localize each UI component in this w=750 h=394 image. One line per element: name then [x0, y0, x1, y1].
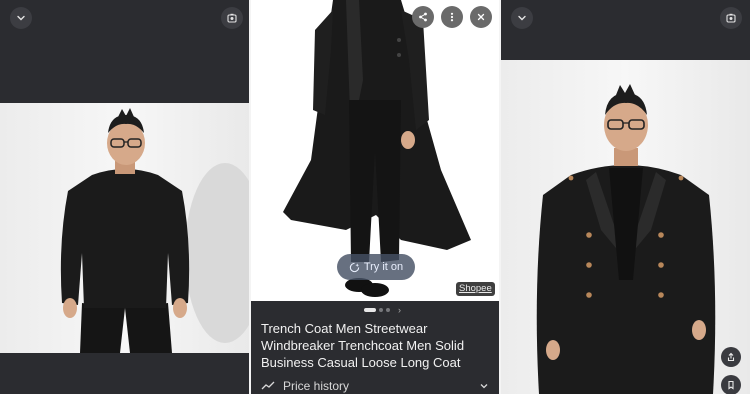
camera-lens-icon	[726, 13, 736, 23]
lens-button[interactable]	[221, 7, 243, 29]
share-icon	[727, 352, 735, 362]
try-it-on-label: Try it on	[363, 261, 404, 273]
close-button[interactable]	[470, 6, 492, 28]
left-model-photo[interactable]	[0, 103, 249, 353]
right-model-photo[interactable]	[501, 60, 750, 394]
chevron-down-icon	[518, 15, 526, 21]
source-link-shopee[interactable]: Shopee	[456, 282, 495, 296]
share-button[interactable]	[412, 6, 434, 28]
right-image-panel	[501, 0, 750, 394]
product-panel: Try it on Shopee › Trench Coat Men Stree…	[251, 0, 499, 394]
collapse-button[interactable]	[511, 7, 533, 29]
trending-icon	[261, 381, 275, 390]
bookmark-icon	[728, 380, 734, 390]
chevron-down-icon	[480, 384, 488, 389]
product-title[interactable]: Trench Coat Men Streetwear Windbreaker T…	[261, 320, 493, 371]
collapse-button[interactable]	[10, 7, 32, 29]
try-it-on-button[interactable]: Try it on	[337, 254, 415, 280]
man-trench-coat-image	[536, 84, 716, 394]
camera-lens-icon	[227, 13, 237, 23]
carousel-dot-active	[364, 308, 376, 312]
man-black-sweater-image	[60, 108, 249, 353]
bookmark-button[interactable]	[721, 375, 741, 394]
try-on-sparkle-icon	[349, 262, 360, 272]
share-button[interactable]	[721, 347, 741, 367]
share-icon	[419, 12, 427, 22]
carousel-dot	[379, 308, 383, 312]
product-info-card: › Trench Coat Men Streetwear Windbreaker…	[251, 301, 499, 394]
chevron-down-icon	[17, 15, 25, 21]
carousel-indicator[interactable]: ›	[364, 306, 401, 315]
carousel-dot	[386, 308, 390, 312]
more-options-button[interactable]	[441, 6, 463, 28]
price-history-label: Price history	[283, 379, 350, 393]
left-image-panel	[0, 0, 249, 394]
lens-button[interactable]	[720, 7, 742, 29]
chevron-right-icon[interactable]: ›	[398, 306, 401, 315]
price-history-row[interactable]: Price history	[261, 379, 489, 393]
more-vert-icon	[450, 12, 454, 22]
close-icon	[477, 13, 485, 21]
